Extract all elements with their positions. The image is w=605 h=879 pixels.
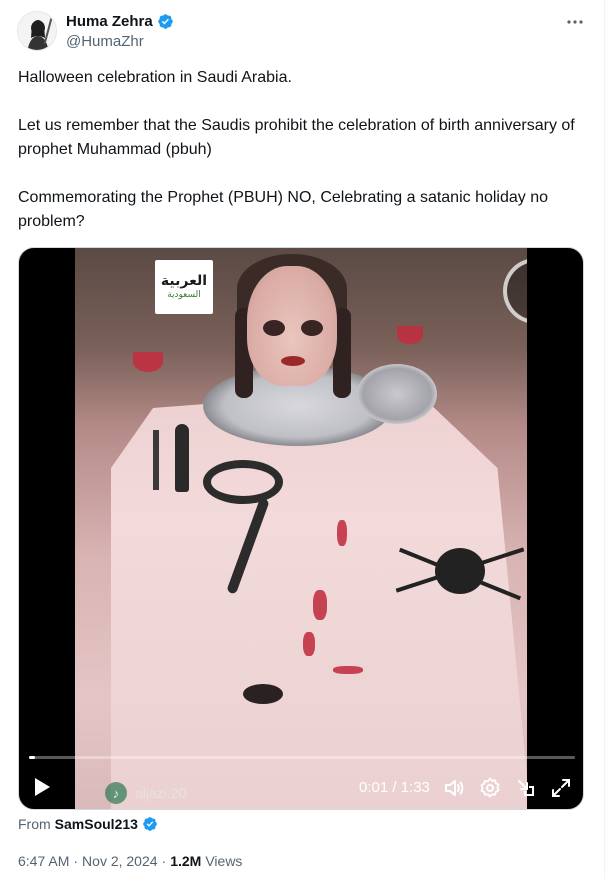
mouth [281, 356, 305, 366]
blood-splatter [337, 520, 347, 546]
video-progress-fill [29, 756, 35, 759]
spoon [175, 424, 189, 492]
author-handle[interactable]: @HumaZhr [66, 33, 144, 50]
fork [153, 430, 159, 490]
volume-icon[interactable] [442, 776, 466, 800]
verified-badge-icon [157, 14, 173, 29]
settings-icon[interactable] [478, 776, 502, 800]
toy-spider [435, 548, 485, 594]
author-display-name[interactable]: Huma Zehra [66, 13, 153, 30]
tiktok-watermark: ♪ aljazi.20 [105, 782, 186, 804]
channel-logo: العربية السعودية [155, 260, 213, 314]
tweet-time[interactable]: 6:47 AM [18, 853, 69, 869]
tweet-date[interactable]: Nov 2, 2024 [82, 853, 158, 869]
wine-glass-right [397, 326, 423, 344]
eye-right [301, 320, 323, 336]
avatar-image [18, 12, 56, 50]
watermark-text: aljazi.20 [135, 785, 187, 801]
tweet-paragraph: Halloween celebration in Saudi Arabia. [18, 69, 292, 86]
blood-splatter [303, 632, 315, 656]
video-progress-bar[interactable] [29, 756, 575, 759]
logo-main-text: العربية [160, 273, 208, 289]
avatar[interactable] [17, 11, 57, 51]
play-icon[interactable] [35, 778, 50, 796]
video-time: 0:01 / 1:33 [359, 779, 430, 796]
blood-splatter [313, 590, 327, 620]
tweet-meta: 6:47 AM · Nov 2, 2024 · 1.2M Views [18, 853, 242, 869]
video-player[interactable]: العربية السعودية ♪ aljazi.20 0:01 / 1:33 [18, 247, 584, 810]
source-attribution: From SamSoul213 [18, 816, 158, 832]
video-frame: العربية السعودية [75, 248, 527, 809]
verified-badge-icon [143, 817, 157, 831]
meta-separator: · [161, 853, 167, 869]
logo-sub-text: السعودية [167, 290, 201, 300]
tweet-paragraph: Commemorating the Prophet (PBUH) NO, Cel… [18, 189, 549, 230]
fullscreen-icon[interactable] [549, 776, 573, 800]
more-dots-glyph [567, 20, 583, 24]
blood-splatter [333, 666, 363, 674]
child-head [247, 266, 337, 386]
toy-snake [203, 460, 283, 504]
popout-icon[interactable] [514, 776, 538, 800]
tweet: Huma Zehra @HumaZhr Halloween celebratio… [0, 0, 605, 879]
author-name-row: Huma Zehra [66, 13, 174, 30]
views-label: Views [205, 853, 243, 869]
toy-spider-small [243, 684, 283, 704]
big-play-button[interactable] [503, 258, 527, 324]
tiktok-icon: ♪ [105, 782, 127, 804]
tweet-paragraph: Let us remember that the Saudis prohibit… [18, 117, 575, 158]
more-horizontal-icon[interactable] [564, 12, 586, 32]
source-account[interactable]: SamSoul213 [55, 816, 138, 832]
wine-glass-left [133, 352, 163, 372]
eye-left [263, 320, 285, 336]
meta-separator: · [73, 853, 79, 869]
side-plate [357, 364, 437, 424]
from-label: From [18, 816, 51, 832]
views-count: 1.2M [170, 853, 202, 869]
tweet-text: Halloween celebration in Saudi Arabia. L… [18, 66, 588, 258]
